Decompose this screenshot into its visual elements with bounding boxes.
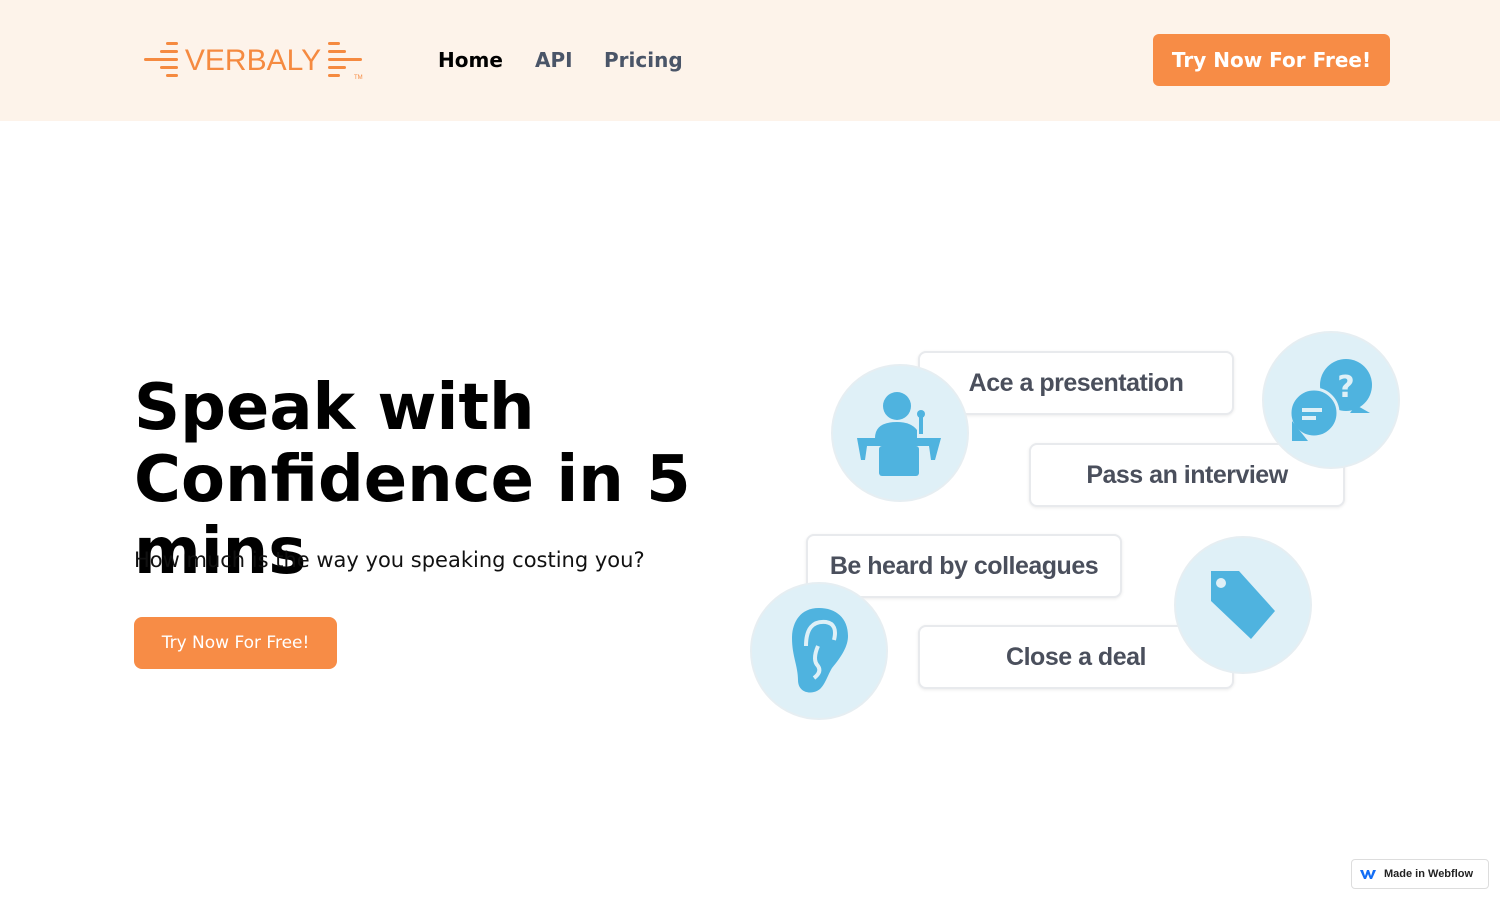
nav-try-free-button[interactable]: Try Now For Free! [1153,34,1390,86]
card-presentation: Ace a presentation [918,351,1234,415]
chat-question-icon: ? [1262,331,1400,469]
presenter-icon [831,364,969,502]
svg-text:TM: TM [354,75,363,81]
ear-icon [750,582,888,720]
logo-text: VERBALY [185,44,321,77]
svg-text:?: ? [1337,370,1354,405]
nav-api[interactable]: API [535,48,573,72]
hero-try-free-button[interactable]: Try Now For Free! [134,617,337,669]
made-in-webflow-badge[interactable]: Made in Webflow [1351,859,1489,889]
badge-label: Made in Webflow [1384,868,1474,880]
top-nav: VERBALY TM Home API Pricing Try Now For … [0,0,1500,121]
hero-subtitle: How much is the way you speaking costing… [134,548,645,572]
verbaly-logo[interactable]: VERBALY TM [144,38,366,82]
nav-pricing[interactable]: Pricing [604,48,683,72]
card-colleagues: Be heard by colleagues [806,534,1122,598]
nav-home[interactable]: Home [438,48,503,72]
tag-icon [1174,536,1312,674]
webflow-logo-icon [1360,870,1376,879]
